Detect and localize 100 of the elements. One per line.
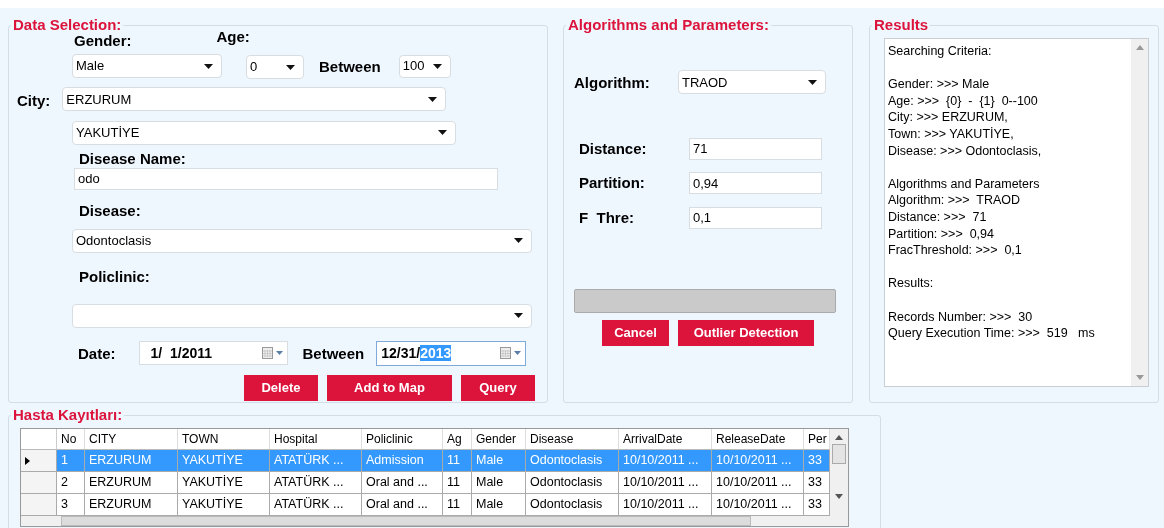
- group-title: Results: [873, 17, 930, 33]
- table-cell: 10/10/2011 ...: [712, 450, 804, 471]
- table-cell: Male: [472, 472, 526, 493]
- result-line: Disease: >>> Odontoclasis,: [888, 142, 1043, 160]
- column-header[interactable]: No: [57, 429, 85, 449]
- caret-icon: [432, 63, 442, 69]
- table-cell: 10/10/2011 ...: [712, 494, 804, 515]
- table-cell: 10/10/2011 ...: [712, 472, 804, 493]
- field-label: Age:: [216, 29, 250, 47]
- table-cell: Admission: [362, 450, 443, 471]
- caret-icon: [808, 79, 817, 85]
- dropdown[interactable]: Odontoclasis: [72, 228, 532, 253]
- field-label: Between: [319, 56, 381, 77]
- field-label: Policlinic:: [79, 267, 151, 285]
- result-line: Town: >>> YAKUTİYE,: [888, 125, 1015, 143]
- result-line: FracThreshold: >>> 0,1: [888, 242, 1023, 259]
- result-line: Results:: [888, 275, 935, 292]
- table-cell: 33: [804, 450, 830, 471]
- action-button[interactable]: Add to Map: [327, 374, 452, 401]
- result-line: Query Execution Time: >>> 519 ms: [888, 325, 1096, 342]
- column-header[interactable]: ArrivalDate: [619, 429, 712, 449]
- table-cell: YAKUTİYE: [178, 472, 270, 493]
- field-label: Disease Name:: [79, 149, 187, 167]
- dropdown[interactable]: ERZURUM: [62, 87, 447, 112]
- parameter-field[interactable]: 71: [689, 137, 822, 160]
- column-header[interactable]: Ag: [443, 429, 472, 449]
- column-header[interactable]: Hospital: [270, 429, 362, 449]
- action-button[interactable]: Outlier Detection: [678, 320, 814, 346]
- table-cell: 10/10/2011 ...: [619, 494, 712, 515]
- table-cell: 3: [57, 494, 85, 515]
- result-line: Searching Criteria:: [888, 43, 993, 60]
- column-header[interactable]: TOWN: [178, 429, 270, 449]
- dropdown[interactable]: TRAOD: [678, 70, 826, 95]
- caret-icon: [204, 63, 213, 69]
- group-title: Algorithms and Parameters:: [567, 17, 770, 33]
- scroll-down-icon[interactable]: [835, 494, 843, 499]
- table-cell: 10/10/2011 ...: [619, 472, 712, 493]
- column-header[interactable]: Policlinic: [362, 429, 443, 449]
- dropdown[interactable]: 100: [398, 54, 451, 78]
- dropdown[interactable]: [72, 303, 532, 328]
- result-line: Algorithms and Parameters: [888, 175, 1041, 193]
- field-label: City:: [17, 91, 51, 111]
- column-header[interactable]: ReleaseDate: [712, 429, 804, 449]
- caret-icon: [428, 96, 438, 102]
- result-line: Records Number: >>> 30: [888, 308, 1034, 326]
- table-cell: Male: [472, 494, 526, 515]
- table-cell: 2: [57, 472, 85, 493]
- action-button[interactable]: Delete: [244, 374, 318, 401]
- result-line: Gender: >>> Male: [888, 76, 991, 93]
- caret-icon: [514, 238, 523, 243]
- table-cell: Odontoclasis: [526, 494, 619, 515]
- group-title: Data Selection:: [12, 17, 123, 33]
- column-header[interactable]: CITY: [85, 429, 178, 449]
- table-cell: ERZURUM: [85, 494, 178, 515]
- caret-icon: [438, 130, 447, 135]
- row-header[interactable]: [21, 450, 57, 471]
- action-button[interactable]: Cancel: [602, 320, 669, 346]
- field-label: Gender:: [74, 33, 132, 49]
- table-cell: ATATÜRK ...: [270, 494, 362, 515]
- table-cell: 1: [57, 450, 85, 471]
- dropdown[interactable]: YAKUTİYE: [72, 120, 456, 145]
- field-label: Date:: [78, 343, 116, 364]
- table-cell: ATATÜRK ...: [270, 472, 362, 493]
- dropdown[interactable]: 0: [246, 55, 304, 79]
- table-cell: ERZURUM: [85, 450, 178, 471]
- field-label: Disease:: [79, 201, 142, 219]
- current-row-icon: [25, 456, 30, 465]
- table-cell: Odontoclasis: [526, 472, 619, 493]
- date-picker[interactable]: 1/ 1/2011: [138, 341, 288, 365]
- result-line: Algorithm: >>> TRAOD: [888, 192, 1022, 209]
- parameter-field[interactable]: 0,94: [689, 172, 822, 195]
- table-cell: ERZURUM: [85, 472, 178, 493]
- table-cell: ATATÜRK ...: [270, 450, 362, 471]
- calendar-icon[interactable]: [500, 347, 523, 359]
- field-label: Between: [302, 343, 365, 364]
- field-label: Algorithm:: [574, 73, 651, 93]
- result-line: Distance: >>> 71: [888, 208, 988, 226]
- table-cell: Oral and ...: [362, 472, 443, 493]
- calendar-icon[interactable]: [261, 347, 284, 359]
- disease-name-field[interactable]: odo: [74, 167, 498, 190]
- results-text-area[interactable]: [884, 38, 1149, 387]
- table-cell: YAKUTİYE: [178, 494, 270, 515]
- column-header[interactable]: Disease: [526, 429, 619, 449]
- caret-icon: [514, 313, 523, 318]
- table-cell: Odontoclasis: [526, 450, 619, 471]
- parameter-field[interactable]: 0,1: [689, 206, 822, 229]
- table-cell: YAKUTİYE: [178, 450, 270, 471]
- field-label: F Thre:: [578, 207, 635, 228]
- table-cell: 11: [443, 494, 472, 515]
- table-cell: 10/10/2011 ...: [619, 450, 712, 471]
- field-label: Distance:: [578, 138, 648, 159]
- result-line: Age: >>> {0} - {1} 0--100: [888, 92, 1039, 110]
- scroll-bar[interactable]: [830, 429, 848, 526]
- scroll-up-icon[interactable]: [835, 435, 843, 440]
- action-button[interactable]: Query: [461, 374, 535, 401]
- group-title: Hasta Kayıtları:: [12, 407, 124, 423]
- column-header[interactable]: Gender: [472, 429, 526, 449]
- dropdown[interactable]: Male: [72, 54, 222, 78]
- scroll-thumb[interactable]: [832, 444, 846, 464]
- result-line: Partition: >>> 0,94: [888, 225, 995, 243]
